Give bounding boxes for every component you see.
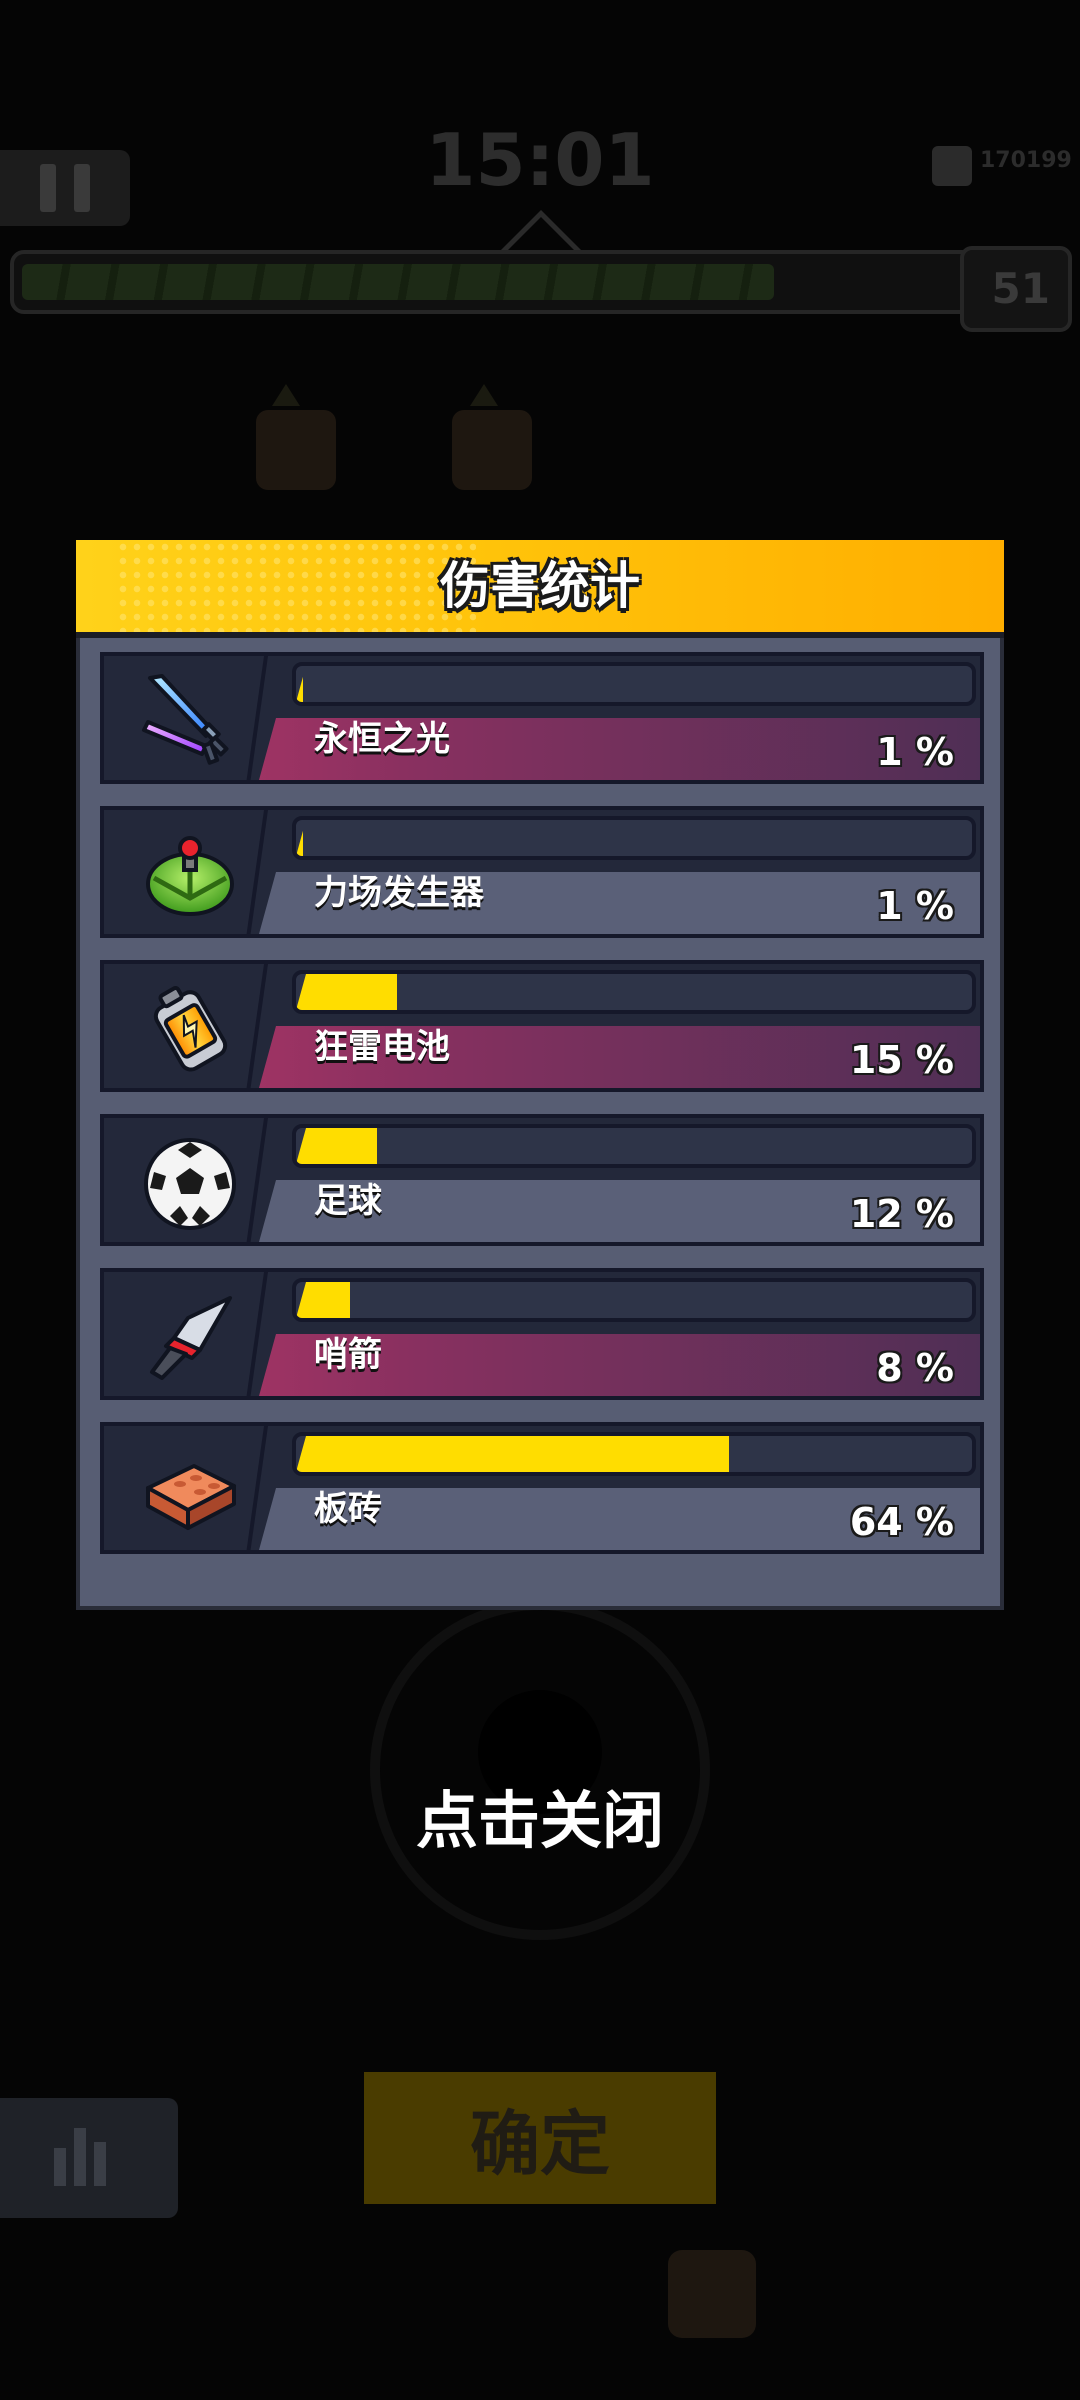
damage-bar-fill: [296, 974, 397, 1010]
damage-bar-fill: [296, 1128, 377, 1164]
confirm-button-label: 确定: [470, 2102, 610, 2185]
row-icon-cell: [104, 1426, 294, 1550]
arrow-icon: [470, 384, 498, 406]
pause-button[interactable]: [0, 150, 130, 226]
damage-bar: [292, 1278, 976, 1322]
damage-row: 永恒之光 1 %: [100, 652, 984, 784]
row-icon-cell: [104, 656, 294, 780]
weapon-name: 哨箭: [314, 1335, 382, 1375]
soccer-ball-icon: [140, 1134, 240, 1234]
pause-icon-bar: [74, 164, 90, 212]
weapon-name: 板砖: [314, 1489, 382, 1529]
bar-chart-icon-bar: [94, 2142, 106, 2186]
level-badge: 51: [960, 246, 1072, 332]
weapon-name: 力场发生器: [314, 873, 484, 913]
damage-percent: 1 %: [876, 884, 954, 928]
tap-to-close-hint[interactable]: 点击关闭: [0, 1770, 1080, 1860]
weapon-name: 永恒之光: [314, 719, 450, 759]
panel-header: 伤害统计: [76, 540, 1004, 638]
damage-bar: [292, 816, 976, 860]
pause-icon: [40, 164, 56, 212]
damage-bar-fill: [296, 666, 303, 702]
damage-bar: [292, 662, 976, 706]
confirm-button[interactable]: 确定: [364, 2072, 716, 2204]
row-icon-cell: [104, 1272, 294, 1396]
level-number: 51: [991, 264, 1050, 313]
damage-bar-fill: [296, 820, 303, 856]
thunder-battery-icon: [140, 980, 240, 1080]
panel-title: 伤害统计: [440, 557, 640, 615]
damage-row: 哨箭 8 %: [100, 1268, 984, 1400]
player-character: [668, 2250, 756, 2338]
gem-count: 170199: [980, 148, 1072, 173]
bar-chart-icon: [54, 2148, 66, 2186]
damage-stats-panel: 伤害统计 永恒之光 1 % 力场发生器 1 % 狂雷电池 15 % 足球 12 % 哨箭 8 % 板…: [76, 540, 1004, 1610]
damage-stats-button[interactable]: [0, 2098, 178, 2218]
kunai-icon: [140, 1288, 240, 1388]
damage-bar: [292, 970, 976, 1014]
damage-row: 足球 12 %: [100, 1114, 984, 1246]
damage-row: 力场发生器 1 %: [100, 806, 984, 938]
damage-row: 板砖 64 %: [100, 1422, 984, 1554]
xp-bar-fill: [22, 264, 774, 300]
weapon-name: 足球: [314, 1181, 382, 1221]
chest-icon: [452, 410, 532, 490]
damage-percent: 12 %: [849, 1192, 954, 1236]
force-field-generator-icon: [140, 826, 240, 926]
damage-percent: 64 %: [849, 1500, 954, 1544]
damage-row: 狂雷电池 15 %: [100, 960, 984, 1092]
gem-icon: [932, 146, 972, 186]
dual-sword-icon: [140, 672, 240, 772]
damage-percent: 1 %: [876, 730, 954, 774]
arrow-icon: [272, 384, 300, 406]
damage-bar-fill: [296, 1282, 350, 1318]
xp-bar: [10, 250, 1070, 314]
damage-percent: 8 %: [876, 1346, 954, 1390]
game-timer: 15:01: [425, 118, 655, 202]
damage-bar: [292, 1432, 976, 1476]
chest-icon: [256, 410, 336, 490]
weapon-name: 狂雷电池: [314, 1027, 450, 1067]
row-icon-cell: [104, 964, 294, 1088]
damage-bar-fill: [296, 1436, 729, 1472]
damage-percent: 15 %: [849, 1038, 954, 1082]
row-icon-cell: [104, 1118, 294, 1242]
brick-icon: [140, 1442, 240, 1542]
damage-bar: [292, 1124, 976, 1168]
row-icon-cell: [104, 810, 294, 934]
bar-chart-icon-bar: [74, 2128, 86, 2186]
